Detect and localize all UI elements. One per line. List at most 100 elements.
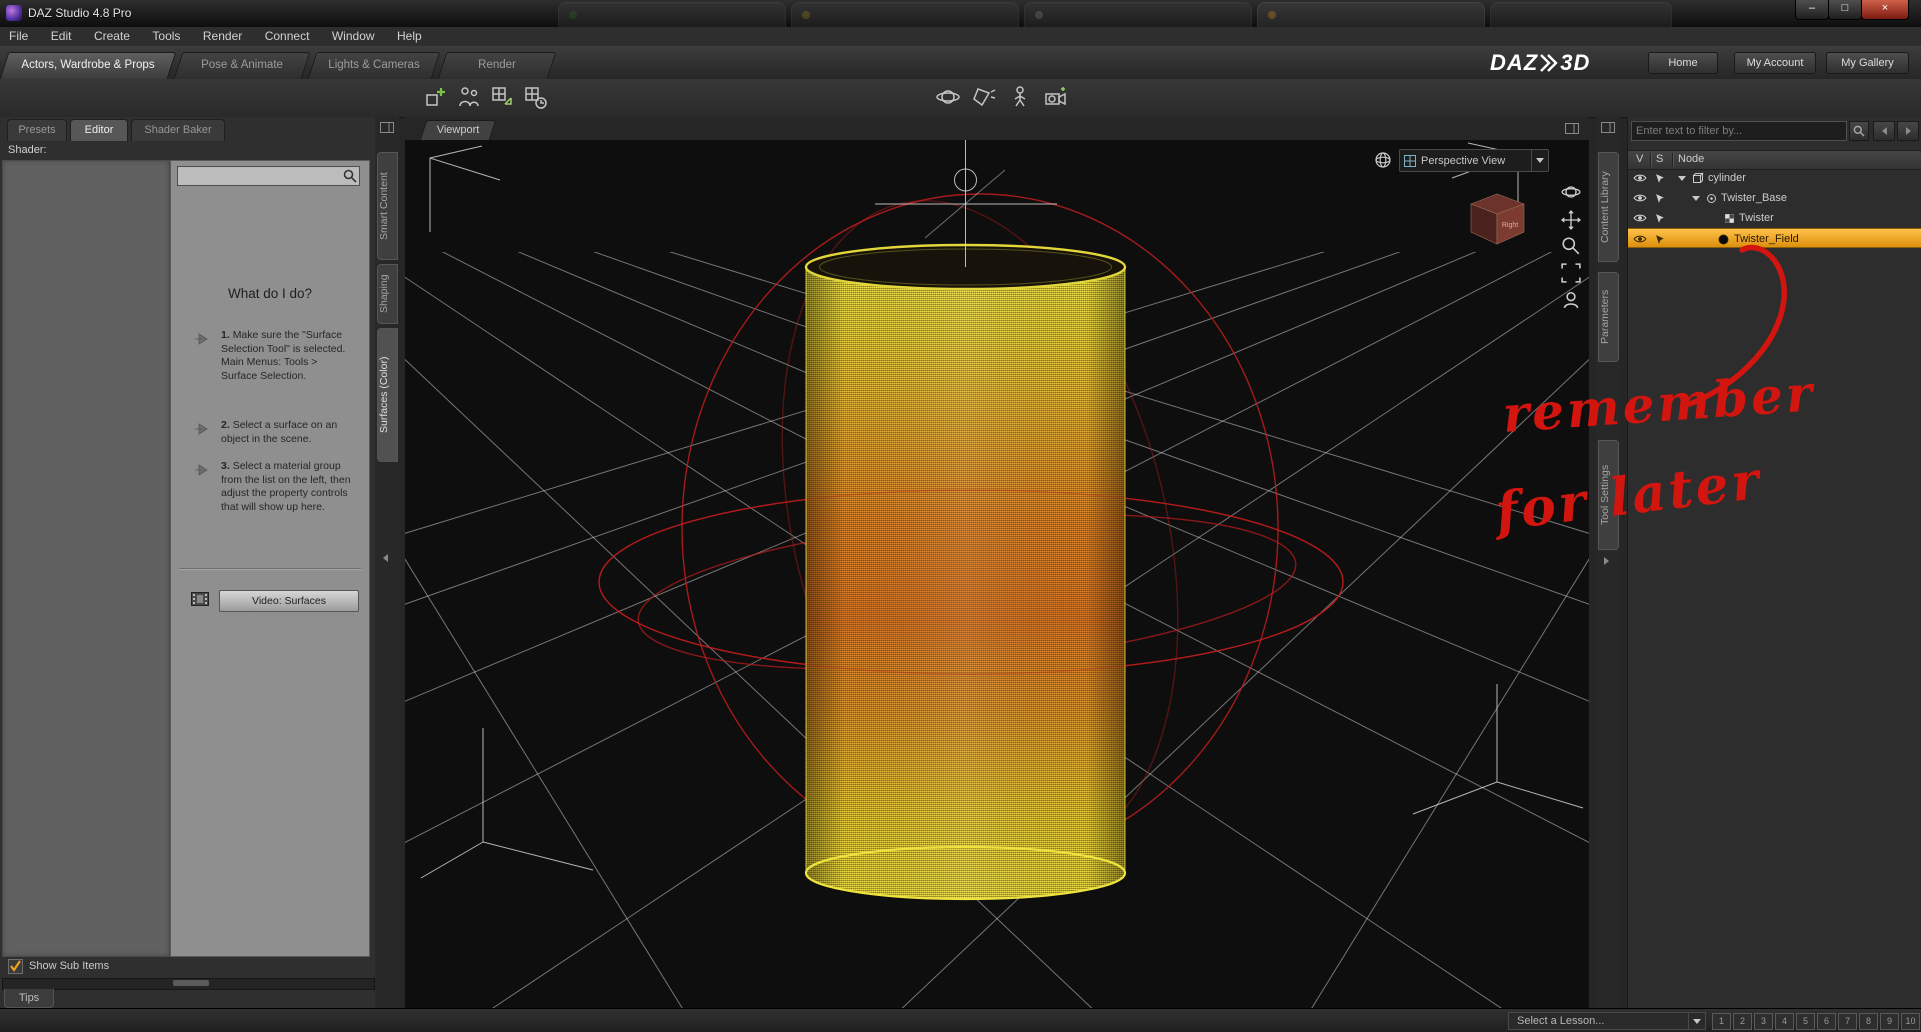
video-surfaces-button[interactable]: Video: Surfaces xyxy=(219,590,359,612)
cursor-icon[interactable] xyxy=(1655,168,1666,188)
menu-window[interactable]: Window xyxy=(323,27,384,43)
zoom-view-icon[interactable] xyxy=(1561,236,1581,256)
view-cube[interactable]: Right xyxy=(1461,186,1533,252)
scene-next-button[interactable] xyxy=(1897,121,1919,141)
figures-icon[interactable] xyxy=(456,84,484,112)
pane-icon[interactable] xyxy=(1565,123,1579,134)
cursor-icon[interactable] xyxy=(1655,208,1666,228)
pager-button[interactable]: 4 xyxy=(1775,1013,1794,1030)
lesson-selector-dropdown[interactable]: Select a Lesson... xyxy=(1508,1012,1706,1030)
dock-tab-tool-settings[interactable]: Tool Settings xyxy=(1598,440,1619,550)
group-node-icon xyxy=(1706,188,1717,208)
tab-tips[interactable]: Tips xyxy=(4,989,54,1008)
dock-tab-parameters[interactable]: Parameters xyxy=(1598,272,1619,362)
camera-tool-icon[interactable] xyxy=(1043,84,1071,112)
node-label[interactable]: Twister xyxy=(1739,208,1774,228)
dock-tab-smart-content[interactable]: Smart Content xyxy=(377,152,398,260)
eye-icon[interactable] xyxy=(1633,188,1647,208)
window-titlebar[interactable]: DAZ Studio 4.8 Pro – □ × xyxy=(0,0,1921,28)
dock-tab-content-library[interactable]: Content Library xyxy=(1598,152,1619,262)
scene-node-row[interactable]: Twister_Base xyxy=(1628,188,1921,208)
search-icon[interactable] xyxy=(343,169,357,183)
collapse-right-icon[interactable] xyxy=(1604,557,1609,565)
viewport-tab-row: Viewport xyxy=(405,117,1589,141)
node-label[interactable]: cylinder xyxy=(1708,168,1746,188)
aim-view-icon[interactable] xyxy=(1561,290,1581,310)
pane-icon[interactable] xyxy=(380,122,394,133)
menu-tools[interactable]: Tools xyxy=(143,27,189,43)
col-visibility[interactable]: V xyxy=(1636,153,1643,165)
eye-icon[interactable] xyxy=(1633,168,1647,188)
pager-button[interactable]: 2 xyxy=(1733,1013,1752,1030)
scene-node-row[interactable]: cylinder xyxy=(1628,168,1921,188)
film-icon xyxy=(191,592,209,606)
tab-lights-cameras[interactable]: Lights & Cameras xyxy=(307,52,441,79)
home-link[interactable]: Home xyxy=(1648,52,1718,74)
tab-render[interactable]: Render xyxy=(437,52,557,79)
frame-view-icon[interactable] xyxy=(1561,263,1581,283)
eye-icon[interactable] xyxy=(1633,208,1647,228)
surface-search-input[interactable] xyxy=(180,168,342,186)
pager-button[interactable]: 9 xyxy=(1880,1013,1899,1030)
view-selector-dropdown[interactable]: Perspective View xyxy=(1399,149,1549,172)
pan-view-icon[interactable] xyxy=(1561,210,1581,230)
orbit-tool-icon[interactable] xyxy=(935,84,963,112)
menu-render[interactable]: Render xyxy=(194,27,251,43)
close-button[interactable]: × xyxy=(1861,0,1909,20)
menu-help[interactable]: Help xyxy=(388,27,431,43)
my-account-link[interactable]: My Account xyxy=(1734,52,1816,74)
step-arrow-icon xyxy=(193,464,209,476)
node-label[interactable]: Twister_Field xyxy=(1734,229,1799,249)
menu-edit[interactable]: Edit xyxy=(42,27,81,43)
timeline-grid-icon[interactable] xyxy=(522,84,550,112)
pager-button[interactable]: 7 xyxy=(1838,1013,1857,1030)
expander-icon[interactable] xyxy=(1692,188,1700,208)
orbit-view-icon[interactable] xyxy=(1561,182,1581,202)
col-selectable[interactable]: S xyxy=(1656,153,1663,165)
scene-prev-button[interactable] xyxy=(1873,121,1895,141)
tab-viewport[interactable]: Viewport xyxy=(419,120,497,140)
menu-connect[interactable]: Connect xyxy=(256,27,319,43)
tab-actors-wardrobe-props[interactable]: Actors, Wardrobe & Props xyxy=(0,52,177,79)
pager-button[interactable]: 10 xyxy=(1901,1013,1920,1030)
pane-icon[interactable] xyxy=(1601,122,1615,133)
surface-list-area[interactable] xyxy=(2,160,170,957)
menu-create[interactable]: Create xyxy=(85,27,139,43)
eye-icon[interactable] xyxy=(1633,229,1647,249)
collapse-left-icon[interactable] xyxy=(383,554,388,562)
scene-filter-search-icon[interactable] xyxy=(1849,121,1869,141)
show-sub-items-checkbox[interactable] xyxy=(8,958,23,974)
pager-button[interactable]: 1 xyxy=(1712,1013,1731,1030)
spotlight-tool-icon[interactable] xyxy=(971,84,999,112)
pager-button[interactable]: 3 xyxy=(1754,1013,1773,1030)
scrollbar-thumb[interactable] xyxy=(173,980,209,986)
tab-presets[interactable]: Presets xyxy=(7,119,67,141)
pose-tool-icon[interactable] xyxy=(1007,84,1035,112)
import-grid-icon[interactable] xyxy=(489,84,517,112)
scene-node-row[interactable]: Twister xyxy=(1628,208,1921,228)
expander-icon[interactable] xyxy=(1678,168,1686,188)
tab-editor[interactable]: Editor xyxy=(70,119,128,141)
cursor-icon[interactable] xyxy=(1655,229,1666,249)
dock-tab-shaping[interactable]: Shaping xyxy=(377,264,398,324)
horizontal-scrollbar[interactable] xyxy=(2,978,375,990)
col-node[interactable]: Node xyxy=(1678,153,1704,165)
viewport-globe-icon[interactable] xyxy=(1373,150,1393,170)
scene-node-row-selected[interactable]: Twister_Field xyxy=(1628,228,1921,248)
menu-file[interactable]: File xyxy=(0,27,37,43)
node-label[interactable]: Twister_Base xyxy=(1721,188,1787,208)
minimize-button[interactable]: – xyxy=(1795,0,1829,20)
tab-shader-baker[interactable]: Shader Baker xyxy=(131,119,225,141)
new-node-icon[interactable] xyxy=(423,84,451,112)
viewport-canvas[interactable]: Perspective View Right xyxy=(405,140,1589,1008)
pager-button[interactable]: 5 xyxy=(1796,1013,1815,1030)
pager-button[interactable]: 8 xyxy=(1859,1013,1878,1030)
scene-filter-input[interactable] xyxy=(1631,121,1847,141)
dock-tab-surfaces-color[interactable]: Surfaces (Color) xyxy=(377,328,398,462)
my-gallery-link[interactable]: My Gallery xyxy=(1826,52,1909,74)
tab-pose-animate[interactable]: Pose & Animate xyxy=(173,52,311,79)
maximize-button[interactable]: □ xyxy=(1828,0,1862,20)
menu-bar: File Edit Create Tools Render Connect Wi… xyxy=(0,27,1921,47)
cursor-icon[interactable] xyxy=(1655,188,1666,208)
pager-button[interactable]: 6 xyxy=(1817,1013,1836,1030)
